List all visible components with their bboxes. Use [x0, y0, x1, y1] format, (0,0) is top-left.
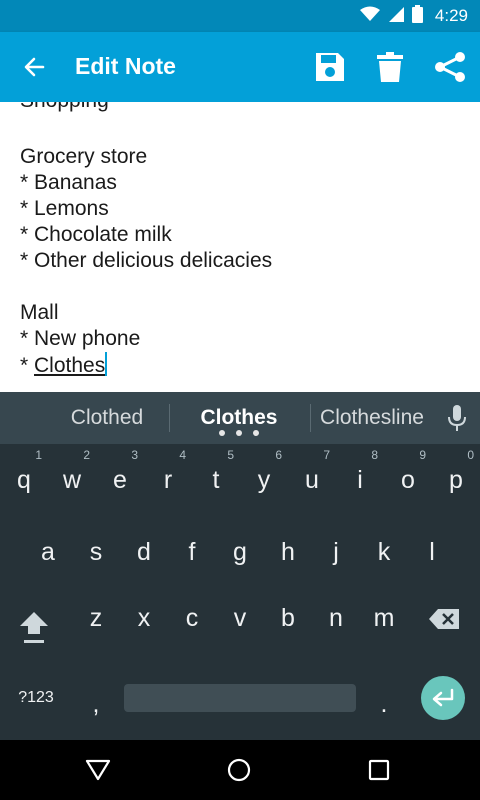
app-bar: Edit Note — [0, 32, 480, 102]
key-p[interactable]: p0 — [432, 448, 480, 510]
note-line: * Other delicious delicacies — [20, 249, 273, 272]
enter-icon — [432, 688, 454, 707]
note-editor[interactable]: Shopping Grocery store * Bananas * Lemon… — [0, 102, 480, 392]
key-u[interactable]: u7 — [288, 448, 336, 510]
note-line: * Lemons — [20, 197, 109, 220]
shift-key[interactable] — [10, 596, 58, 656]
navigation-bar — [0, 740, 480, 800]
nav-back-button[interactable] — [80, 752, 116, 788]
key-x[interactable]: x — [120, 588, 168, 648]
key-g[interactable]: g — [216, 522, 264, 582]
key-o[interactable]: o9 — [384, 448, 432, 510]
mic-icon — [448, 405, 466, 431]
line-prefix: * — [20, 354, 35, 377]
note-line-current: * Clothes — [20, 352, 108, 379]
suggestion-right[interactable]: Clothesline — [297, 406, 447, 430]
key-n[interactable]: n — [312, 588, 360, 648]
note-line: Shopping — [20, 102, 109, 114]
save-button[interactable] — [310, 47, 350, 87]
comma-key[interactable]: , — [72, 674, 120, 734]
key-z[interactable]: z — [72, 588, 120, 648]
period-key[interactable]: . — [360, 674, 408, 734]
page-title: Edit Note — [75, 53, 176, 79]
symbols-key[interactable]: ?123 — [10, 668, 62, 728]
key-w[interactable]: w2 — [48, 448, 96, 510]
key-r[interactable]: r4 — [144, 448, 192, 510]
delete-button[interactable] — [370, 47, 410, 87]
note-line: * Chocolate milk — [20, 223, 172, 246]
signal-icon — [388, 6, 404, 27]
key-v[interactable]: v — [216, 588, 264, 648]
text-cursor — [105, 352, 108, 376]
suggestion-strip: Clothed Clothes Clothesline — [0, 392, 480, 444]
shift-icon — [20, 612, 48, 644]
mic-button[interactable] — [444, 404, 470, 432]
key-j[interactable]: j — [312, 522, 360, 582]
share-button[interactable] — [430, 47, 470, 87]
composing-word: Clothes — [34, 354, 106, 377]
recents-square-icon — [368, 759, 390, 781]
suggestion-left[interactable]: Clothed — [32, 406, 182, 430]
nav-recents-button[interactable] — [361, 752, 397, 788]
key-y[interactable]: y6 — [240, 448, 288, 510]
key-b[interactable]: b — [264, 588, 312, 648]
key-c[interactable]: c — [168, 588, 216, 648]
key-k[interactable]: k — [360, 522, 408, 582]
note-line: Grocery store — [20, 145, 148, 168]
back-button[interactable] — [16, 49, 52, 85]
note-line: * New phone — [20, 327, 141, 350]
key-f[interactable]: f — [168, 522, 216, 582]
key-m[interactable]: m — [360, 588, 408, 648]
space-bar[interactable] — [124, 684, 356, 712]
key-l[interactable]: l — [408, 522, 456, 582]
note-line: * Bananas — [20, 171, 117, 194]
key-i[interactable]: i8 — [336, 448, 384, 510]
arrow-left-icon — [24, 57, 45, 77]
enter-key[interactable] — [421, 676, 465, 720]
key-a[interactable]: a — [24, 522, 72, 582]
suggestion-center[interactable]: Clothes — [164, 406, 314, 430]
key-q[interactable]: q1 — [0, 448, 48, 510]
key-e[interactable]: e3 — [96, 448, 144, 510]
battery-icon — [411, 4, 423, 28]
trash-icon — [377, 52, 403, 82]
share-icon — [435, 52, 465, 82]
key-h[interactable]: h — [264, 522, 312, 582]
wifi-icon — [359, 6, 380, 27]
keyboard: Clothed Clothes Clothesline q1 w2 e3 r4 … — [0, 392, 480, 740]
status-bar: 4:29 — [0, 0, 480, 32]
note-line: Mall — [20, 301, 59, 324]
nav-home-button[interactable] — [221, 752, 257, 788]
more-suggestions-icon[interactable] — [219, 430, 259, 436]
key-d[interactable]: d — [120, 522, 168, 582]
back-triangle-icon — [85, 759, 111, 781]
key-t[interactable]: t5 — [192, 448, 240, 510]
backspace-key[interactable] — [420, 588, 468, 648]
clock: 4:29 — [434, 6, 468, 25]
home-circle-icon — [227, 758, 251, 782]
backspace-icon — [429, 609, 459, 630]
status-icons: 4:29 — [359, 0, 468, 32]
key-s[interactable]: s — [72, 522, 120, 582]
save-icon — [316, 53, 344, 81]
